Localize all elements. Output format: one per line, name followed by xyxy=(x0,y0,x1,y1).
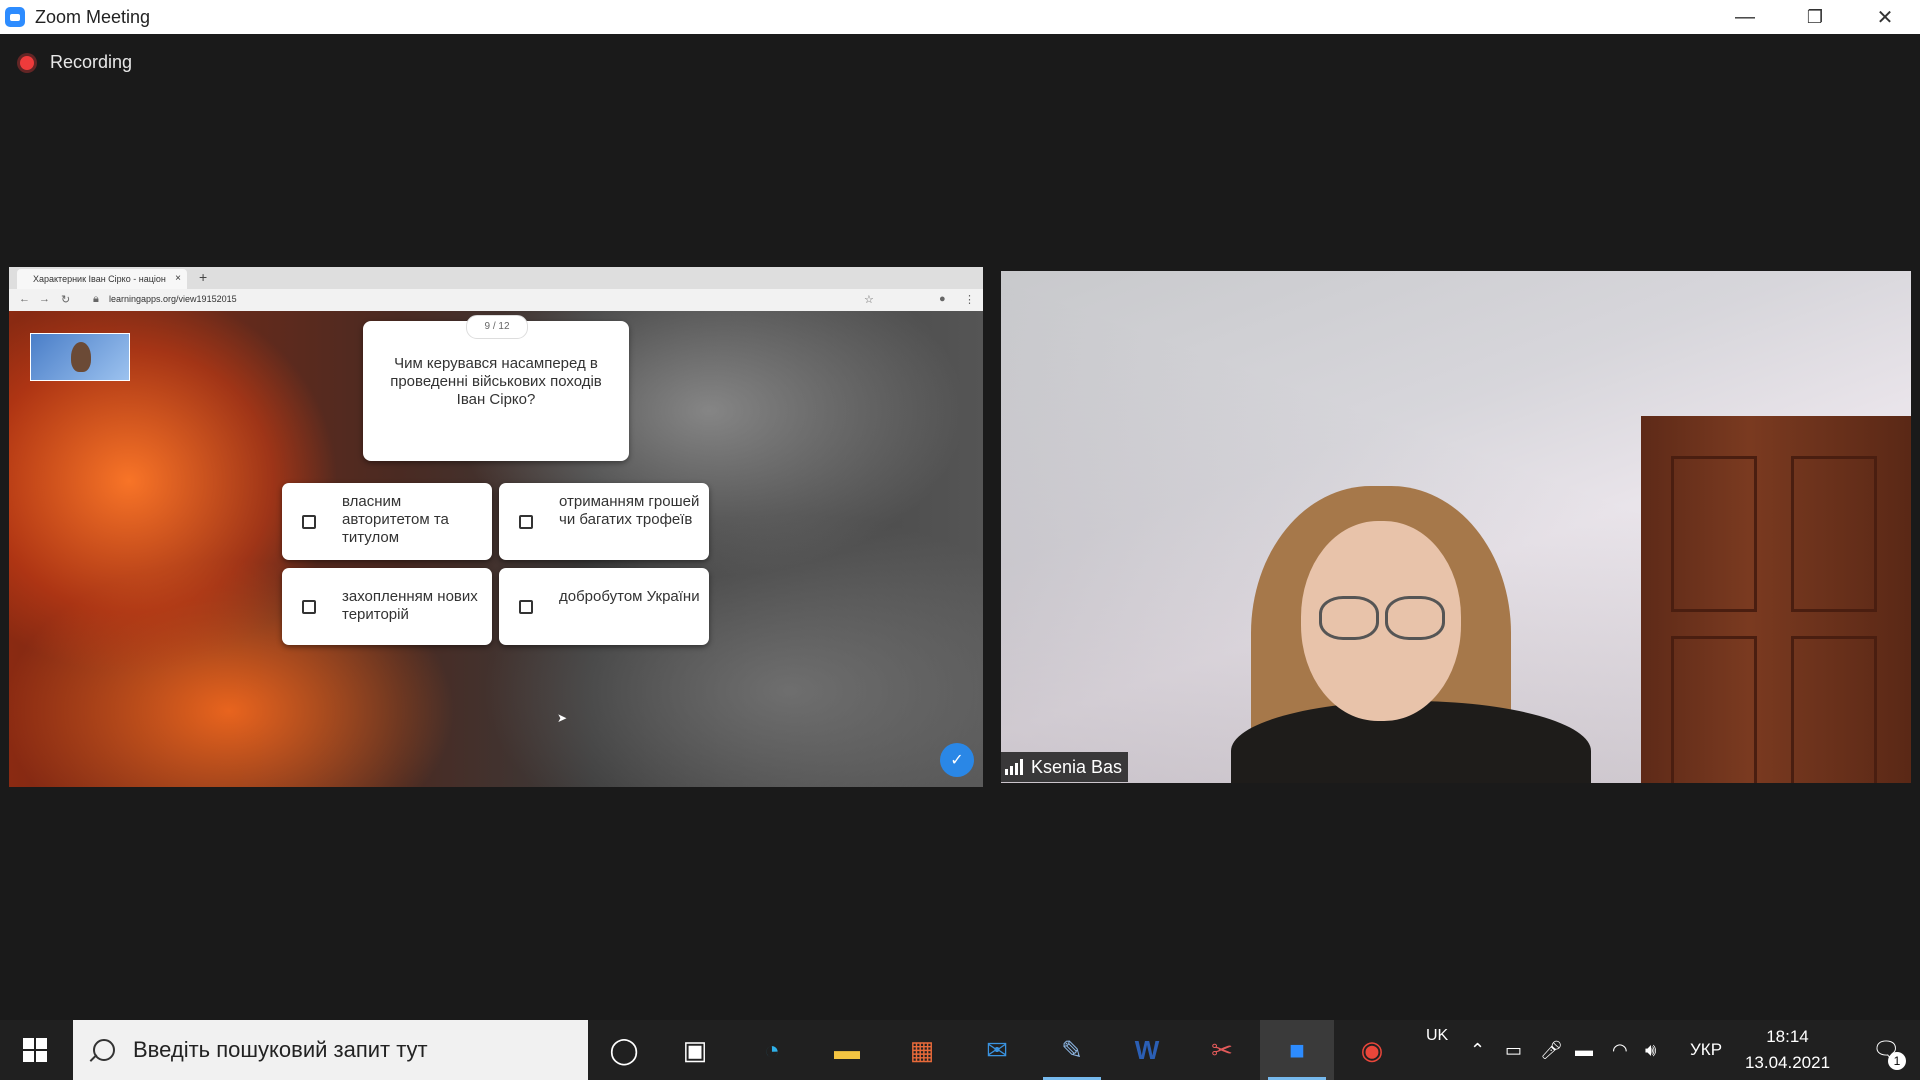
back-icon[interactable]: ← xyxy=(19,293,30,305)
teacher-thumbnail xyxy=(30,333,130,381)
checkbox-icon[interactable] xyxy=(302,515,316,529)
browser-address-bar: ← → ↻ 🔒︎ learningapps.org/view19152015 ☆… xyxy=(9,289,983,312)
taskbar-search[interactable]: Введіть пошуковий запит тут xyxy=(73,1020,588,1080)
notification-count: 1 xyxy=(1888,1052,1906,1070)
meet-now-icon[interactable]: ▭ xyxy=(1505,1020,1522,1080)
browser-tab[interactable]: Характерник Іван Сірко - націон × xyxy=(17,269,187,289)
restore-button[interactable]: ❐ xyxy=(1780,0,1850,34)
question-counter: 9 / 12 xyxy=(466,315,528,339)
answer-text: захопленням нових територій xyxy=(342,588,478,623)
checkbox-icon[interactable] xyxy=(519,515,533,529)
answer-text: добробутом України xyxy=(559,588,700,605)
answer-option[interactable]: добробутом України xyxy=(499,568,709,645)
volume-icon[interactable]: 🔊︎ xyxy=(1645,1020,1656,1080)
window-title: Zoom Meeting xyxy=(35,6,151,27)
notifications-icon[interactable]: 🗨︎ 1 xyxy=(1852,1020,1920,1080)
window-titlebar: Zoom Meeting — ❐ ✕ xyxy=(0,0,1920,34)
participant-name: Ksenia Bas xyxy=(1031,756,1123,777)
windows-logo-icon xyxy=(23,1038,47,1062)
checkbox-icon[interactable] xyxy=(302,600,316,614)
checkbox-icon[interactable] xyxy=(519,600,533,614)
edge-icon[interactable]: ◔ xyxy=(735,1020,809,1080)
answer-option[interactable]: отриманням грошей чи багатих трофеїв xyxy=(499,483,709,560)
cortana-icon[interactable]: ◯ xyxy=(587,1020,661,1080)
store-icon[interactable]: ▦ xyxy=(885,1020,959,1080)
start-button[interactable] xyxy=(0,1020,70,1080)
chrome-icon[interactable]: ◉ xyxy=(1335,1020,1409,1080)
answer-text: отриманням грошей чи багатих трофеїв xyxy=(559,493,700,528)
answer-option[interactable]: власним авторитетом та титулом xyxy=(282,483,492,560)
snipping-icon[interactable]: ✂ xyxy=(1185,1020,1259,1080)
new-tab-icon[interactable]: + xyxy=(199,269,207,285)
taskbar-clock[interactable]: 18:14 13.04.2021 xyxy=(1730,1024,1845,1076)
mail-icon[interactable]: ✉ xyxy=(960,1020,1034,1080)
answer-text: власним авторитетом та титулом xyxy=(342,493,449,546)
tray-overflow-icon[interactable]: ⌃ xyxy=(1470,1020,1485,1080)
zoom-logo-icon xyxy=(5,7,25,27)
file-explorer-icon[interactable]: ▬ xyxy=(810,1020,884,1080)
language-indicator[interactable]: УКР xyxy=(1690,1020,1722,1080)
participant-name-tag: Ksenia Bas xyxy=(1001,752,1129,782)
search-placeholder: Введіть пошуковий запит тут xyxy=(133,1037,428,1062)
word-icon[interactable]: W xyxy=(1110,1020,1184,1080)
forward-icon[interactable]: → xyxy=(39,293,50,305)
close-button[interactable]: ✕ xyxy=(1850,0,1920,34)
task-view-icon[interactable]: ▣ xyxy=(658,1020,732,1080)
browser-tab-title: Характерник Іван Сірко - націон xyxy=(33,274,166,284)
quiz-scene: 9 / 12 Чим керувався насамперед в провед… xyxy=(9,311,983,787)
tab-close-icon[interactable]: × xyxy=(175,273,181,284)
signal-strength-icon xyxy=(1005,759,1025,775)
minimize-button[interactable]: — xyxy=(1710,0,1780,34)
keyboard-layout-indicator[interactable]: UK xyxy=(1426,1006,1448,1066)
recording-label: Recording xyxy=(50,52,133,72)
clock-time: 18:14 xyxy=(1766,1027,1809,1046)
reload-icon[interactable]: ↻ xyxy=(61,293,70,306)
profile-icon[interactable]: ● xyxy=(939,293,946,305)
question-text: Чим керувався насамперед в проведенні ві… xyxy=(390,355,602,408)
question-card: 9 / 12 Чим керувався насамперед в провед… xyxy=(363,315,629,461)
browser-tab-strip: Характерник Іван Сірко - націон × + xyxy=(9,267,983,289)
door-background xyxy=(1641,416,1911,783)
record-dot-icon xyxy=(20,55,34,70)
shared-screen: Характерник Іван Сірко - націон × + ← → … xyxy=(9,267,983,787)
paint-icon[interactable]: ✎ xyxy=(1035,1020,1109,1080)
check-answer-icon[interactable]: ✓ xyxy=(940,743,974,777)
clock-date: 13.04.2021 xyxy=(1744,1053,1831,1072)
recording-indicator[interactable]: Recording xyxy=(20,52,132,73)
star-icon[interactable]: ☆ xyxy=(864,293,874,306)
search-icon xyxy=(93,1039,115,1061)
microphone-icon[interactable]: 🎤︎ xyxy=(1540,1020,1563,1080)
participant-video[interactable] xyxy=(1001,271,1911,783)
url-text[interactable]: learningapps.org/view19152015 xyxy=(109,294,237,304)
battery-icon[interactable]: ▬ xyxy=(1575,1020,1593,1080)
mouse-cursor-icon: ➤ xyxy=(557,711,568,725)
windows-taskbar: Введіть пошуковий запит тут ◯ ▣ ◔ ▬ ▦ ✉ … xyxy=(0,1020,1920,1080)
answer-option[interactable]: захопленням нових територій xyxy=(282,568,492,645)
zoom-icon[interactable]: ■ xyxy=(1260,1020,1334,1080)
menu-icon[interactable]: ⋮ xyxy=(964,293,975,306)
wifi-icon[interactable]: ◠ xyxy=(1612,1020,1628,1080)
lock-icon: 🔒︎ xyxy=(93,293,99,305)
